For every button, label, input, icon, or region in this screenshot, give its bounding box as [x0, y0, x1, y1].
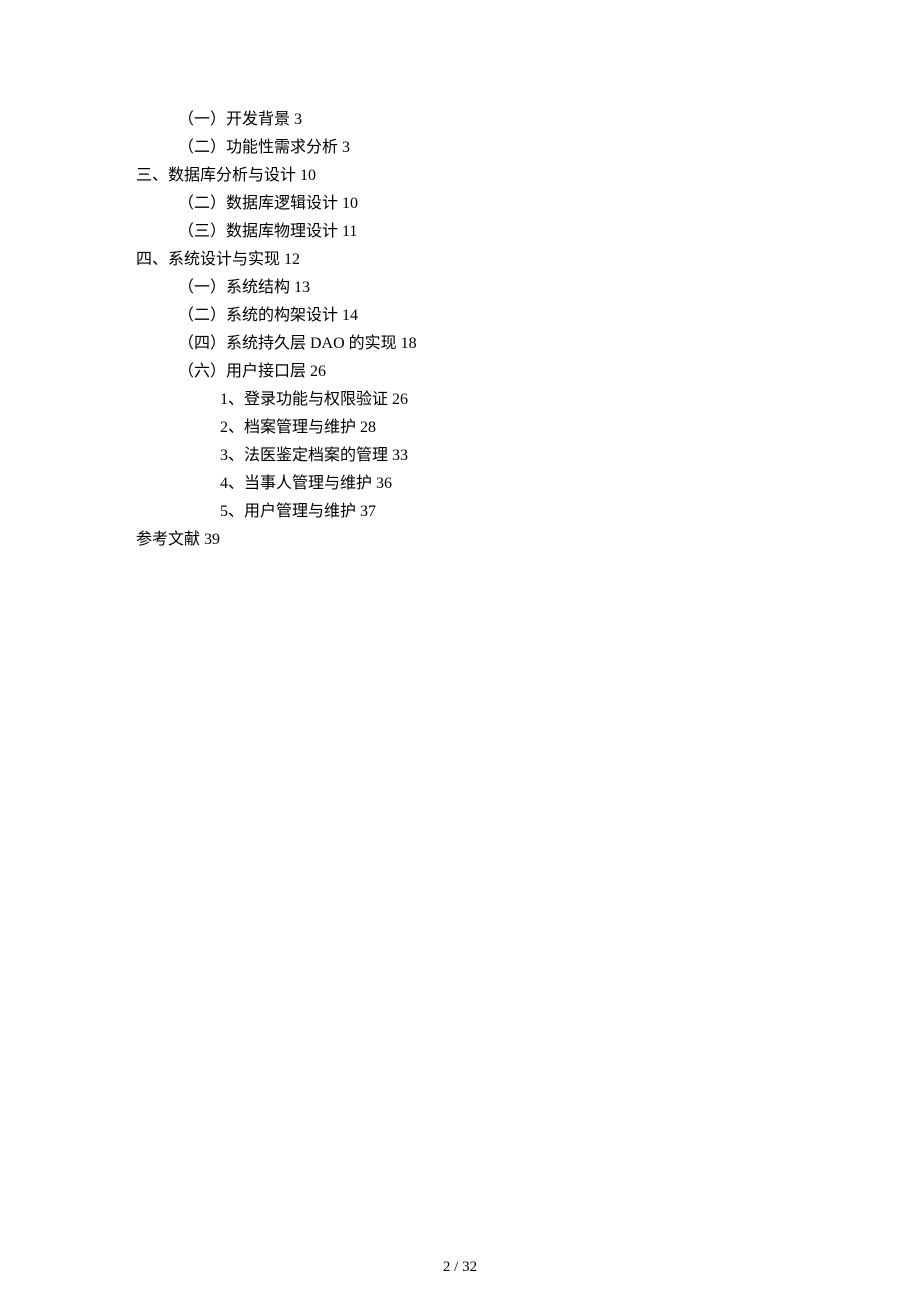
toc-entry: 参考文献 39	[136, 526, 800, 554]
toc-entry: 1、登录功能与权限验证 26	[136, 386, 800, 414]
toc-entry: 5、用户管理与维护 37	[136, 498, 800, 526]
toc-entry: 三、数据库分析与设计 10	[136, 162, 800, 190]
page-body: （一）开发背景 3 （二）功能性需求分析 3 三、数据库分析与设计 10 （二）…	[0, 0, 920, 554]
toc-entry: （六）用户接口层 26	[136, 358, 800, 386]
toc-container: （一）开发背景 3 （二）功能性需求分析 3 三、数据库分析与设计 10 （二）…	[136, 106, 800, 554]
toc-entry: （三）数据库物理设计 11	[136, 218, 800, 246]
toc-entry: 四、系统设计与实现 12	[136, 246, 800, 274]
toc-entry: （二）系统的构架设计 14	[136, 302, 800, 330]
page-number: 2 / 32	[443, 1259, 477, 1275]
page-footer: 2 / 32	[0, 1254, 920, 1280]
toc-entry: （四）系统持久层 DAO 的实现 18	[136, 330, 800, 358]
toc-entry: （二）数据库逻辑设计 10	[136, 190, 800, 218]
toc-entry: （一）开发背景 3	[136, 106, 800, 134]
toc-entry: 3、法医鉴定档案的管理 33	[136, 442, 800, 470]
toc-entry: 2、档案管理与维护 28	[136, 414, 800, 442]
toc-entry: （一）系统结构 13	[136, 274, 800, 302]
toc-entry: 4、当事人管理与维护 36	[136, 470, 800, 498]
toc-entry: （二）功能性需求分析 3	[136, 134, 800, 162]
